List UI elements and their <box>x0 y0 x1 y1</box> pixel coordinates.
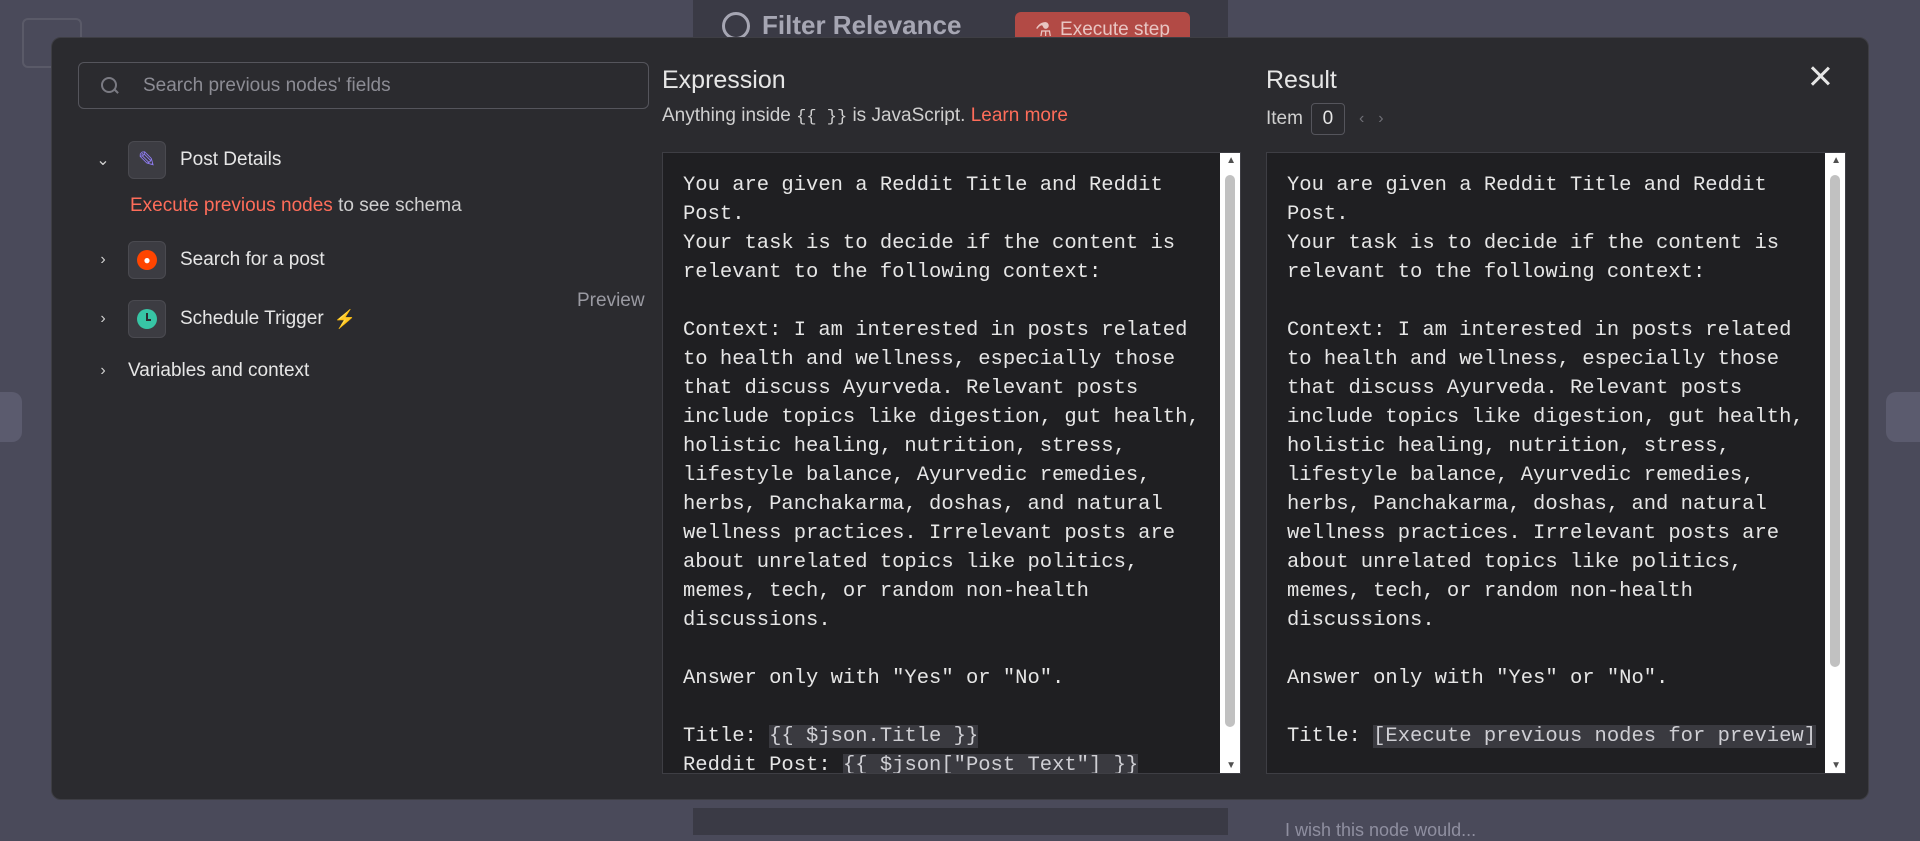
reddit-icon: ● <box>137 250 157 270</box>
background-right-tab <box>1886 392 1920 442</box>
clock-icon <box>137 309 157 329</box>
expression-title: Expression <box>662 66 786 94</box>
scrollbar-thumb[interactable] <box>1830 175 1840 667</box>
expression-subtitle: Anything inside {{ }} is JavaScript. Lea… <box>662 105 1068 127</box>
learn-more-link[interactable]: Learn more <box>971 105 1068 126</box>
tree-item-label: Schedule Trigger <box>180 308 324 329</box>
preview-link[interactable]: Preview <box>577 290 645 312</box>
background-wish-text: I wish this node would... <box>1285 820 1477 840</box>
background-bottom-left <box>0 808 693 835</box>
scrollbar-thumb[interactable] <box>1225 175 1235 727</box>
chevron-right-icon[interactable]: › <box>92 308 114 330</box>
search-box[interactable] <box>78 62 649 109</box>
expression-scrollbar[interactable]: ▲ ▼ <box>1220 153 1240 773</box>
chevron-right-icon[interactable]: › <box>92 360 114 382</box>
title-expression-token: {{ $json.Title }} <box>769 725 979 748</box>
tree-item-schedule-trigger[interactable]: › Schedule Trigger ⚡ <box>92 300 356 338</box>
search-icon <box>101 76 119 95</box>
node-icon-schedule <box>128 300 166 338</box>
tree-item-label: Variables and context <box>128 360 310 381</box>
expression-modal: ⌄ ✎ Post Details Execute previous nodes … <box>51 37 1869 800</box>
chevron-right-icon[interactable]: › <box>1378 110 1383 128</box>
expression-editor[interactable]: You are given a Reddit Title and Reddit … <box>662 152 1241 774</box>
tree-item-post-details[interactable]: ⌄ ✎ Post Details <box>92 141 281 179</box>
search-input[interactable] <box>141 73 648 98</box>
chevron-down-icon[interactable]: ⌄ <box>92 149 114 171</box>
background-bottom-mid <box>693 808 1228 835</box>
scroll-up-arrow-icon[interactable]: ▲ <box>1831 155 1841 166</box>
result-text: You are given a Reddit Title and Reddit … <box>1287 174 1816 748</box>
item-index-input[interactable]: 0 <box>1310 103 1345 135</box>
scroll-down-arrow-icon[interactable]: ▼ <box>1831 760 1841 771</box>
tree-item-label: Search for a post <box>180 249 325 270</box>
background-left-tab <box>0 392 22 442</box>
item-selector: Item 0 ‹ › <box>1266 103 1384 135</box>
lightning-bolt-icon: ⚡ <box>333 308 357 329</box>
close-icon[interactable] <box>1807 63 1833 89</box>
openai-icon <box>722 11 750 40</box>
result-scrollbar[interactable]: ▲ ▼ <box>1825 153 1845 773</box>
chevron-right-icon[interactable]: › <box>92 249 114 271</box>
tree-item-label: Post Details <box>180 149 282 170</box>
tree-item-search-for-a-post[interactable]: › ● Search for a post <box>92 241 325 279</box>
node-icon-post-details: ✎ <box>128 141 166 179</box>
scroll-down-arrow-icon[interactable]: ▼ <box>1226 760 1236 771</box>
node-icon-reddit: ● <box>128 241 166 279</box>
chevron-left-icon[interactable]: ‹ <box>1359 110 1364 128</box>
pencil-icon: ✎ <box>137 147 157 172</box>
scroll-up-arrow-icon[interactable]: ▲ <box>1226 155 1236 166</box>
execute-previous-nodes-link[interactable]: Execute previous nodes <box>130 195 333 216</box>
schema-note: Execute previous nodes to see schema <box>130 195 462 216</box>
post-text-expression-token: {{ $json["Post Text"] }} <box>842 754 1139 773</box>
result-title: Result <box>1266 66 1337 94</box>
title-preview-token: [Execute previous nodes for preview] <box>1373 725 1816 748</box>
result-panel: You are given a Reddit Title and Reddit … <box>1266 152 1846 774</box>
expression-text[interactable]: You are given a Reddit Title and Reddit … <box>663 153 1240 773</box>
tree-item-variables-and-context[interactable]: › Variables and context <box>92 360 309 382</box>
